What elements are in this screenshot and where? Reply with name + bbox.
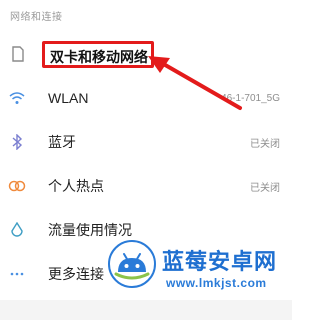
bluetooth-icon bbox=[8, 133, 26, 151]
settings-item-label: WLAN bbox=[48, 90, 89, 106]
settings-item-dual-sim[interactable]: 双卡和移动网络 bbox=[0, 32, 292, 76]
highlight-box: 双卡和移动网络 bbox=[42, 41, 154, 68]
hotspot-icon bbox=[8, 177, 26, 195]
settings-item-hotspot[interactable]: 个人热点 已关闭 bbox=[0, 164, 292, 208]
settings-item-label: 更多连接 bbox=[48, 266, 104, 282]
settings-item-label: 个人热点 bbox=[48, 178, 104, 194]
wifi-icon bbox=[8, 89, 26, 107]
watermark-title: 蓝莓安卓网 bbox=[162, 249, 278, 274]
settings-item-label: 蓝牙 bbox=[48, 134, 76, 150]
settings-item-bluetooth[interactable]: 蓝牙 已关闭 bbox=[0, 120, 292, 164]
section-header: 网络和连接 bbox=[10, 12, 63, 23]
bluetooth-status: 已关闭 bbox=[250, 138, 280, 150]
settings-item-label: 双卡和移动网络 bbox=[50, 49, 148, 65]
data-usage-icon bbox=[8, 221, 26, 239]
watermark: 蓝莓安卓网 www.lmkjst.com bbox=[108, 236, 292, 320]
wlan-ssid: 46-1-701_5G bbox=[221, 92, 280, 104]
more-icon bbox=[8, 265, 26, 283]
watermark-url: www.lmkjst.com bbox=[166, 276, 267, 290]
settings-item-wlan[interactable]: WLAN 46-1-701_5G bbox=[0, 76, 292, 120]
sim-card-icon bbox=[8, 45, 26, 63]
network-settings-screen: 网络和连接 双卡和移动网络 WLAN 46-1-701_5G 蓝牙 已关闭 个人… bbox=[0, 0, 292, 320]
hotspot-status: 已关闭 bbox=[250, 182, 280, 194]
android-logo-icon bbox=[108, 240, 156, 288]
